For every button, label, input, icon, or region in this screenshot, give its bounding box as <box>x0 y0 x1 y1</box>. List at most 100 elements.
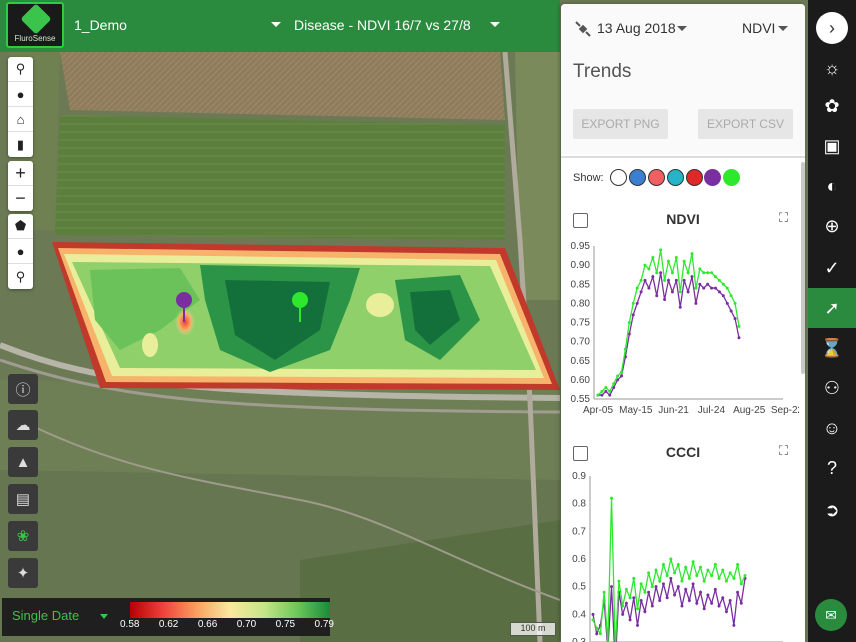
data-point <box>659 271 663 275</box>
marker-icon[interactable]: ⚲ <box>8 264 33 289</box>
series-green-toggle[interactable] <box>723 169 740 186</box>
chevron-down-icon[interactable] <box>100 614 108 619</box>
farm-chevron-down-icon[interactable] <box>271 22 281 27</box>
help-icon[interactable]: ? <box>808 448 856 488</box>
data-point <box>739 601 743 605</box>
compare-icon[interactable]: ◐ <box>808 166 856 206</box>
series-purple-toggle[interactable] <box>704 169 721 186</box>
map-tools: ⚲ ● ⌂ ▮ <box>8 57 33 157</box>
data-point <box>695 574 699 578</box>
zoom-out-icon[interactable]: − <box>8 186 33 211</box>
data-point <box>621 612 625 616</box>
ndvi-chart-title: NDVI <box>666 211 700 227</box>
index-selector[interactable]: NDVI <box>742 20 775 36</box>
x-tick-label: Aug-25 <box>733 405 766 416</box>
date-mode-select[interactable]: Single Date <box>12 608 79 623</box>
scale-bar: 100 m <box>510 622 556 636</box>
cloud-icon[interactable]: ☁ <box>8 410 38 440</box>
data-point <box>680 579 684 583</box>
zones-icon[interactable]: ⊕ <box>808 206 856 246</box>
data-point <box>624 587 628 591</box>
info-icon[interactable]: ⓘ <box>8 374 38 404</box>
legend-tick: 0.66 <box>197 619 218 630</box>
toggle-all-icon[interactable] <box>610 169 627 186</box>
data-point <box>736 563 740 567</box>
data-point <box>620 374 623 378</box>
data-point <box>713 587 717 591</box>
data-point <box>663 278 667 282</box>
data-point <box>600 389 604 393</box>
data-point <box>691 582 695 586</box>
team-icon[interactable]: ⚇ <box>808 368 856 408</box>
ndvi-chart: 0.55 0.60 0.65 0.70 0.75 0.80 0.85 0.90 0.95 Apr-… <box>571 241 799 416</box>
data-point <box>654 568 658 572</box>
check-icon[interactable]: ✓ <box>808 248 856 288</box>
x-tick-label: Jul-24 <box>698 405 726 416</box>
data-point <box>624 601 628 605</box>
data-point <box>721 294 725 298</box>
data-point <box>639 290 643 294</box>
data-point <box>698 267 702 271</box>
data-point <box>702 271 706 275</box>
data-point <box>687 599 691 602</box>
draw-tools: ⬟ ● ⚲ <box>8 214 33 289</box>
trends-icon[interactable]: ➚ <box>808 288 856 328</box>
leaf-icon[interactable]: ✦ <box>8 558 38 588</box>
gallery-icon[interactable]: ▣ <box>808 126 856 166</box>
satellite-icon[interactable]: ☼ <box>808 48 856 88</box>
user-icon[interactable]: ☺ <box>808 408 856 448</box>
y-tick-label: 0.95 <box>571 241 591 252</box>
data-point <box>682 259 686 263</box>
data-point <box>591 612 595 616</box>
farm-selector[interactable]: 1_Demo <box>74 17 127 33</box>
field-outline-icon[interactable]: ❀ <box>8 521 38 551</box>
data-point <box>632 596 636 600</box>
data-point <box>732 623 736 627</box>
zoom-in-icon[interactable]: + <box>8 161 33 186</box>
panel-scrollbar[interactable] <box>801 162 805 374</box>
toggle-red-icon[interactable] <box>648 169 665 186</box>
date-chevron-down-icon[interactable] <box>677 26 687 31</box>
plant-icon[interactable]: ✿ <box>808 86 856 126</box>
polygon-icon[interactable]: ⬟ <box>8 214 33 239</box>
layer-chevron-down-icon[interactable] <box>490 22 500 27</box>
data-point <box>591 618 595 622</box>
hourglass-icon[interactable]: ⌛ <box>808 328 856 368</box>
legend-gradient <box>130 602 330 618</box>
logout-icon[interactable]: ➲ <box>808 490 856 530</box>
layer-selector[interactable]: Disease - NDVI 16/7 vs 27/8 <box>294 17 471 33</box>
data-point <box>737 324 741 328</box>
expand-icon[interactable]: ⛶ <box>779 210 788 226</box>
export-png-button[interactable]: EXPORT PNG <box>573 109 668 139</box>
y-tick-label: 0.3 <box>572 637 586 642</box>
data-point <box>670 290 674 294</box>
data-point <box>729 309 733 313</box>
toggle-cyan-icon[interactable] <box>667 169 684 186</box>
data-point <box>643 590 647 594</box>
ruler-icon[interactable]: ▮ <box>8 132 33 157</box>
toggle-darkred-icon[interactable] <box>686 169 703 186</box>
warning-icon[interactable]: ▲ <box>8 447 38 477</box>
data-point <box>674 255 678 259</box>
chat-icon[interactable]: ✉ <box>815 599 847 631</box>
data-point <box>680 604 684 608</box>
collapse-panel-button[interactable]: › <box>816 12 848 44</box>
circle-icon[interactable]: ● <box>8 239 33 264</box>
data-point <box>710 601 714 605</box>
export-csv-button[interactable]: EXPORT CSV <box>698 109 793 139</box>
date-selector[interactable]: 13 Aug 2018 <box>597 20 676 36</box>
legend-tick: 0.62 <box>158 619 179 630</box>
expand-icon[interactable]: ⛶ <box>779 443 788 459</box>
home-icon[interactable]: ⌂ <box>8 107 33 132</box>
toggle-blue-icon[interactable] <box>629 169 646 186</box>
data-point <box>647 286 651 290</box>
index-chevron-down-icon[interactable] <box>778 26 788 31</box>
app-logo[interactable]: FluroSense <box>6 2 64 48</box>
data-point <box>690 252 694 256</box>
data-point <box>710 574 714 578</box>
y-tick-label: 0.8 <box>572 499 586 510</box>
data-point <box>651 255 655 259</box>
search-icon[interactable]: ⚲ <box>8 57 33 82</box>
pin-icon[interactable]: ● <box>8 82 33 107</box>
chart-icon[interactable]: ▤ <box>8 484 38 514</box>
